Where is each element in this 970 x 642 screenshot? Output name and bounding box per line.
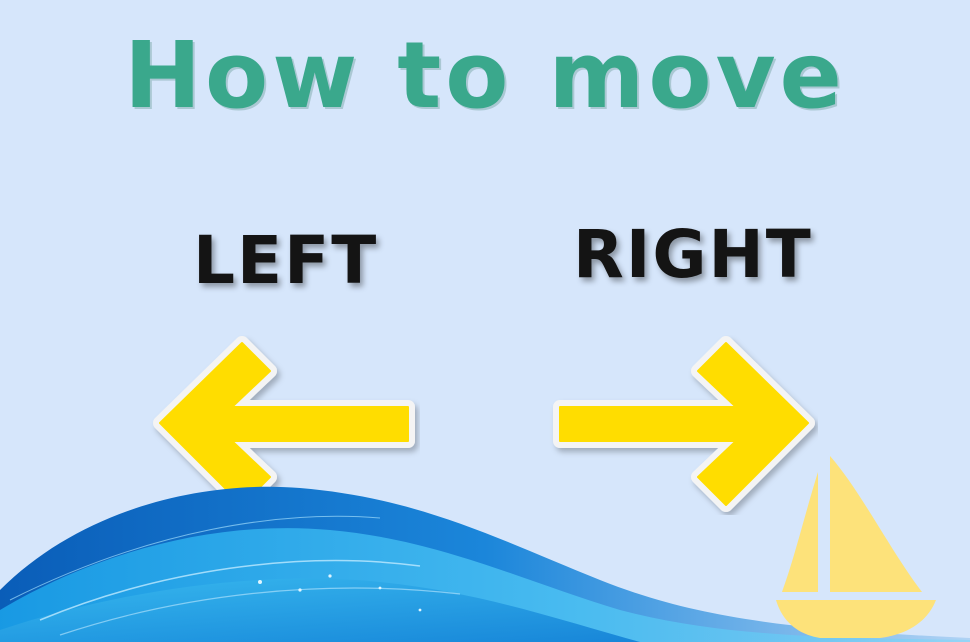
- sailboat-icon: [776, 456, 936, 638]
- right-label: RIGHT: [573, 216, 813, 293]
- page-title: How to move: [124, 22, 846, 129]
- how-to-move-screen: How to move LEFT RIGHT: [0, 0, 970, 642]
- left-label: LEFT: [193, 222, 379, 299]
